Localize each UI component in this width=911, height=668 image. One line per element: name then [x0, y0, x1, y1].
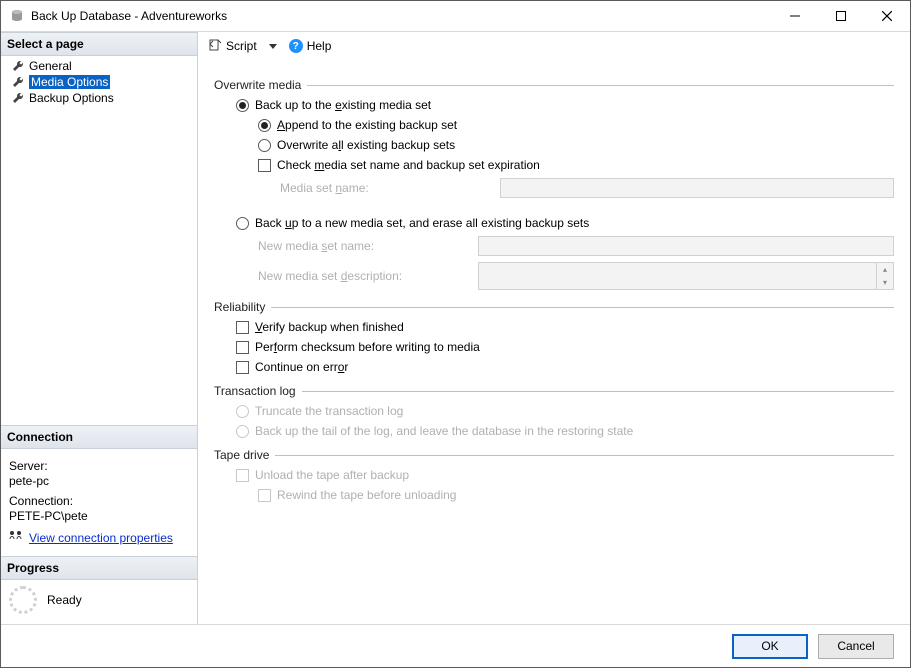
new-media-set-description-input: ▴▾: [478, 262, 894, 290]
group-reliability: Reliability Verify backup when finished …: [214, 300, 894, 374]
dialog-footer: OK Cancel: [1, 624, 910, 667]
radio-icon: [258, 139, 271, 152]
checkbox-unload-tape: Unload the tape after backup: [214, 468, 894, 482]
page-label: General: [29, 59, 72, 73]
radio-existing-media-set[interactable]: Back up to the existing media set: [214, 98, 894, 112]
script-button[interactable]: Script: [204, 36, 261, 57]
radio-label: Append to the existing backup set: [277, 118, 457, 132]
progress-status: Ready: [47, 593, 82, 607]
title-bar: Back Up Database - Adventureworks: [1, 1, 910, 32]
script-label: Script: [226, 39, 257, 53]
radio-label: Truncate the transaction log: [255, 404, 403, 418]
content-area: Overwrite media Back up to the existing …: [198, 60, 910, 624]
radio-overwrite-all[interactable]: Overwrite all existing backup sets: [214, 138, 894, 152]
radio-icon: [236, 425, 249, 438]
media-set-name-input: [500, 178, 894, 198]
new-media-set-name-input: [478, 236, 894, 256]
close-button[interactable]: [864, 1, 910, 31]
group-tape-drive: Tape drive Unload the tape after backup …: [214, 448, 894, 502]
progress-block: Ready: [1, 580, 197, 624]
wrench-icon: [11, 91, 25, 105]
media-set-name-label: Media set name:: [280, 181, 500, 195]
connection-value: PETE-PC\pete: [9, 509, 191, 523]
connection-label: Connection:: [9, 494, 191, 508]
backup-database-dialog: Back Up Database - Adventureworks Select…: [0, 0, 911, 668]
group-overwrite-media: Overwrite media Back up to the existing …: [214, 78, 894, 290]
minimize-button[interactable]: [772, 1, 818, 31]
checkbox-label: Rewind the tape before unloading: [277, 488, 456, 502]
checkbox-label: Perform checksum before writing to media: [255, 340, 480, 354]
help-icon: ?: [289, 39, 303, 53]
checkbox-label: Check media set name and backup set expi…: [277, 158, 540, 172]
ok-button[interactable]: OK: [732, 634, 808, 659]
spinner-icon: ▴▾: [876, 263, 893, 289]
connection-properties-icon: [9, 529, 23, 546]
checkbox-icon: [236, 341, 249, 354]
page-item-backup-options[interactable]: Backup Options: [1, 90, 197, 106]
server-value: pete-pc: [9, 474, 191, 488]
checkbox-verify-backup[interactable]: Verify backup when finished: [214, 320, 894, 334]
page-label: Backup Options: [29, 91, 114, 105]
radio-label: Overwrite all existing backup sets: [277, 138, 455, 152]
cancel-button[interactable]: Cancel: [818, 634, 894, 659]
progress-ring-icon: [9, 586, 37, 614]
chevron-down-icon: [269, 44, 277, 49]
database-icon: [9, 8, 25, 24]
left-panel: Select a page General Media Options: [1, 32, 197, 624]
checkbox-label: Continue on error: [255, 360, 348, 374]
radio-icon: [236, 405, 249, 418]
wrench-icon: [11, 75, 25, 89]
radio-icon: [236, 217, 249, 230]
radio-truncate-tlog: Truncate the transaction log: [214, 404, 894, 418]
view-connection-properties-link[interactable]: View connection properties: [29, 531, 173, 545]
radio-icon: [236, 99, 249, 112]
checkbox-icon: [236, 361, 249, 374]
group-title-reliability: Reliability: [214, 300, 265, 314]
page-item-general[interactable]: General: [1, 58, 197, 74]
connection-header: Connection: [1, 425, 197, 449]
checkbox-continue-on-error[interactable]: Continue on error: [214, 360, 894, 374]
new-media-set-name-label: New media set name:: [258, 239, 478, 253]
select-page-header: Select a page: [1, 32, 197, 56]
connection-block: Server: pete-pc Connection: PETE-PC\pete…: [1, 449, 197, 556]
checkbox-icon: [258, 159, 271, 172]
radio-label: Back up to the existing media set: [255, 98, 431, 112]
checkbox-icon: [258, 489, 271, 502]
script-icon: [208, 38, 222, 55]
help-label: Help: [307, 39, 332, 53]
checkbox-label: Verify backup when finished: [255, 320, 404, 334]
group-title-overwrite: Overwrite media: [214, 78, 301, 92]
new-media-set-description-label: New media set description:: [258, 269, 478, 283]
checkbox-rewind-tape: Rewind the tape before unloading: [214, 488, 894, 502]
radio-backup-tail: Back up the tail of the log, and leave t…: [214, 424, 894, 438]
progress-header: Progress: [1, 556, 197, 580]
maximize-button[interactable]: [818, 1, 864, 31]
group-title-tlog: Transaction log: [214, 384, 296, 398]
page-list: General Media Options Backup Options: [1, 56, 197, 112]
checkbox-perform-checksum[interactable]: Perform checksum before writing to media: [214, 340, 894, 354]
wrench-icon: [11, 59, 25, 73]
checkbox-icon: [236, 321, 249, 334]
radio-icon: [258, 119, 271, 132]
server-label: Server:: [9, 459, 191, 473]
checkbox-label: Unload the tape after backup: [255, 468, 409, 482]
group-transaction-log: Transaction log Truncate the transaction…: [214, 384, 894, 438]
radio-label: Back up the tail of the log, and leave t…: [255, 424, 633, 438]
checkbox-icon: [236, 469, 249, 482]
script-dropdown[interactable]: [265, 42, 281, 51]
right-panel: Script ? Help Overwrite media: [197, 32, 910, 624]
window-title: Back Up Database - Adventureworks: [31, 9, 227, 23]
checkbox-check-media-name[interactable]: Check media set name and backup set expi…: [214, 158, 894, 172]
page-item-media-options[interactable]: Media Options: [1, 74, 197, 90]
group-title-tape: Tape drive: [214, 448, 269, 462]
radio-label: Back up to a new media set, and erase al…: [255, 216, 589, 230]
page-label: Media Options: [29, 75, 110, 89]
help-button[interactable]: ? Help: [285, 37, 336, 55]
toolbar: Script ? Help: [198, 32, 910, 60]
radio-new-media-set[interactable]: Back up to a new media set, and erase al…: [214, 216, 894, 230]
radio-append-existing[interactable]: Append to the existing backup set: [214, 118, 894, 132]
